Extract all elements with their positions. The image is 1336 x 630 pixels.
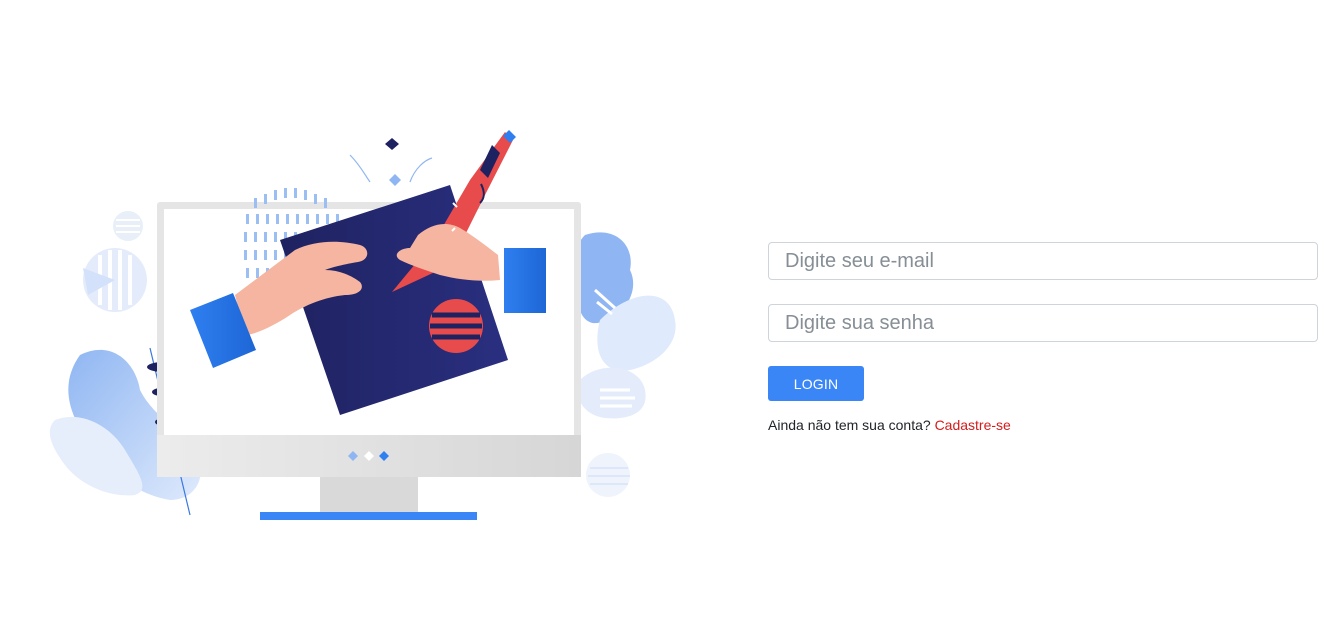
password-input[interactable] (768, 304, 1318, 342)
login-button[interactable]: LOGIN (768, 366, 864, 401)
login-page: LOGIN Ainda não tem sua conta? Cadastre-… (0, 0, 1336, 630)
signup-link[interactable]: Cadastre-se (935, 417, 1011, 433)
signup-prompt-text: Ainda não tem sua conta? (768, 417, 931, 433)
email-input[interactable] (768, 242, 1318, 280)
signup-prompt-line: Ainda não tem sua conta? Cadastre-se (768, 417, 1318, 433)
monitor-drawing-illustration (49, 130, 676, 520)
right-leaves (573, 232, 676, 497)
login-form: LOGIN Ainda não tem sua conta? Cadastre-… (768, 242, 1318, 433)
